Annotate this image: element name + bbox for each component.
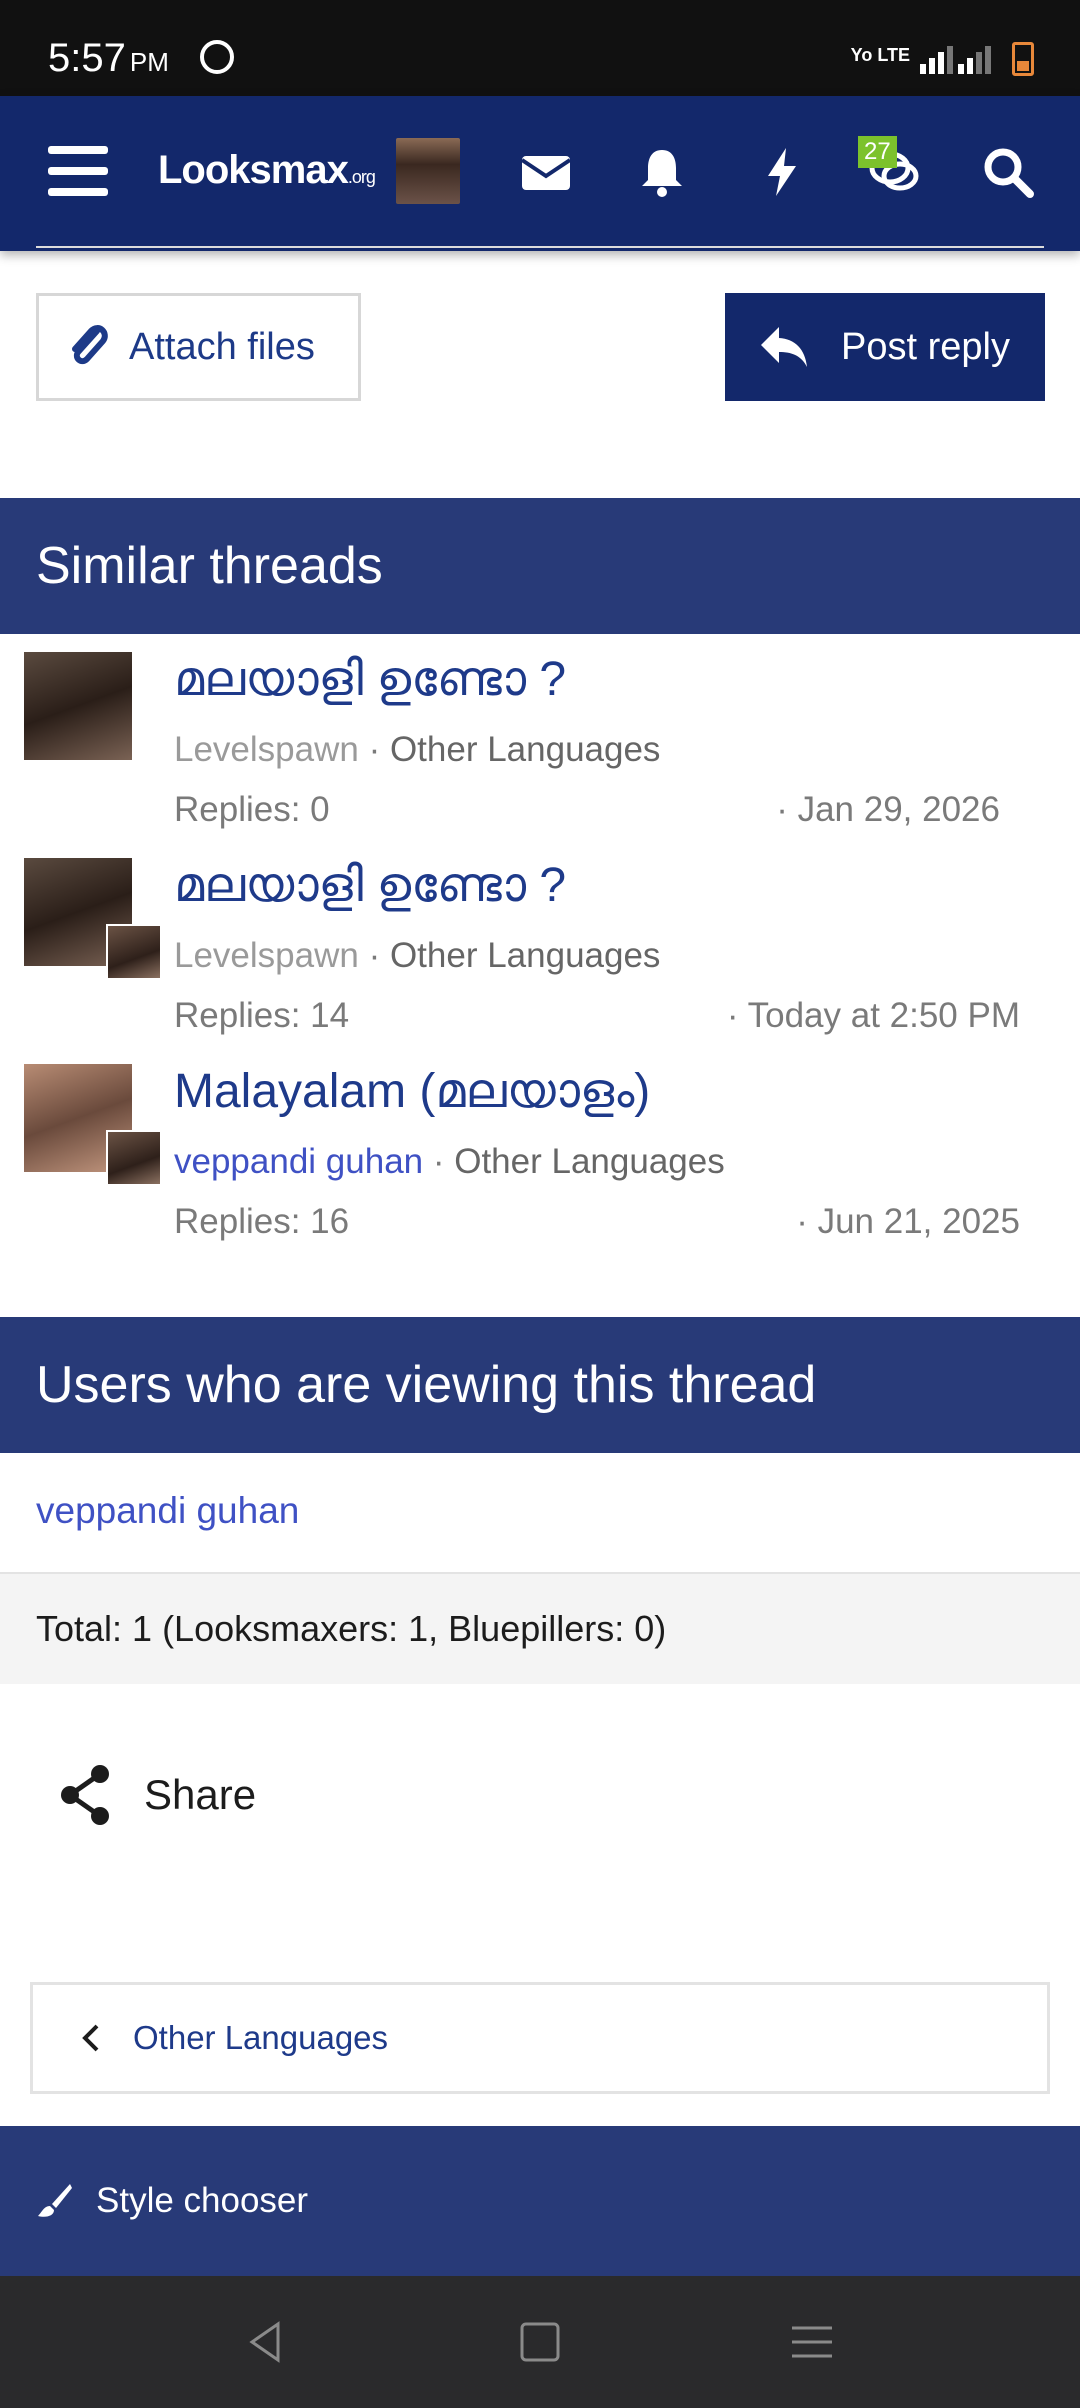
- chevron-left-icon: [82, 2024, 99, 2052]
- thread-author[interactable]: Levelspawn: [174, 730, 359, 769]
- thread-title[interactable]: മലയാളി ഉണ്ടോ ?: [174, 652, 566, 708]
- thread-meta: Levelspawn · Other Languages: [174, 730, 661, 769]
- viewing-users-heading: Users who are viewing this thread: [0, 1317, 1080, 1453]
- thread-avatar[interactable]: [24, 652, 132, 760]
- back-icon[interactable]: [244, 2320, 288, 2364]
- last-poster-avatar[interactable]: [106, 1130, 162, 1186]
- top-nav: Looksmax.org 27: [0, 96, 1080, 251]
- attach-files-label: Attach files: [129, 325, 315, 368]
- signal-icon: [920, 44, 953, 74]
- search-icon[interactable]: [980, 144, 1036, 200]
- reply-icon: [761, 327, 807, 367]
- viewer-total: Total: 1 (Looksmaxers: 1, Bluepillers: 0…: [36, 1608, 667, 1649]
- status-bar: 5:57 PM Yo LTE: [0, 0, 1080, 96]
- thread-item[interactable]: മലയാളി ഉണ്ടോ ? Levelspawn · Other Langua…: [0, 652, 1080, 842]
- paintbrush-icon: [38, 2184, 72, 2217]
- share-button[interactable]: Share: [58, 1764, 256, 1826]
- thread-item[interactable]: Malayalam (മലയാളം) veppandi guhan · Othe…: [0, 1064, 1080, 1254]
- thread-replies: Replies: 16: [174, 1202, 350, 1241]
- signal-icon: [958, 44, 991, 74]
- system-navigation-bar: [0, 2276, 1080, 2408]
- envelope-icon[interactable]: [518, 144, 574, 200]
- paperclip-icon: [72, 325, 108, 365]
- whatsapp-icon: [200, 40, 234, 74]
- battery-icon: [1012, 42, 1034, 76]
- thread-date: · Today at 2:50 PM: [726, 996, 1020, 1035]
- thread-meta: veppandi guhan · Other Languages: [174, 1142, 725, 1181]
- thread-meta: Levelspawn · Other Languages: [174, 936, 661, 975]
- thread-date: · Jun 21, 2025: [796, 1202, 1020, 1241]
- editor-bottom-border: [36, 246, 1044, 248]
- thread-replies: Replies: 14: [174, 996, 350, 1035]
- thread-forum[interactable]: Other Languages: [390, 730, 660, 769]
- similar-threads-heading: Similar threads: [0, 498, 1080, 634]
- recents-icon[interactable]: [790, 2320, 834, 2364]
- share-icon: [61, 1765, 109, 1825]
- post-reply-button[interactable]: Post reply: [725, 293, 1045, 401]
- share-label: Share: [144, 1771, 257, 1818]
- volte-indicator: Yo LTE: [850, 45, 910, 65]
- last-poster-avatar[interactable]: [106, 924, 162, 980]
- post-reply-label: Post reply: [841, 325, 1010, 368]
- viewer-user-link[interactable]: veppandi guhan: [36, 1490, 299, 1532]
- thread-item[interactable]: മലയാളി ഉണ്ടോ ? Levelspawn · Other Langua…: [0, 858, 1080, 1048]
- conversations-badge: 27: [858, 136, 897, 168]
- breadcrumb-label[interactable]: Other Languages: [133, 2019, 388, 2057]
- attach-files-button[interactable]: Attach files: [36, 293, 361, 401]
- bell-icon[interactable]: [634, 144, 690, 200]
- thread-title[interactable]: Malayalam (മലയാളം): [174, 1064, 650, 1120]
- viewer-total-row: Total: 1 (Looksmaxers: 1, Bluepillers: 0…: [0, 1572, 1080, 1684]
- clock: 5:57 PM: [48, 36, 169, 80]
- style-chooser-label: Style chooser: [96, 2181, 309, 2220]
- thread-forum[interactable]: Other Languages: [454, 1142, 724, 1181]
- lightning-icon[interactable]: [754, 144, 810, 200]
- thread-author[interactable]: Levelspawn: [174, 936, 359, 975]
- home-icon[interactable]: [518, 2320, 562, 2364]
- user-avatar[interactable]: [396, 138, 460, 204]
- menu-icon[interactable]: [48, 146, 108, 196]
- style-chooser-bar[interactable]: Style chooser: [0, 2126, 1080, 2276]
- thread-author[interactable]: veppandi guhan: [174, 1142, 423, 1181]
- thread-forum[interactable]: Other Languages: [390, 936, 660, 975]
- thread-title[interactable]: മലയാളി ഉണ്ടോ ?: [174, 858, 566, 914]
- thread-replies: Replies: 0: [174, 790, 330, 829]
- site-logo[interactable]: Looksmax.org: [158, 148, 376, 193]
- thread-date: · Jan 29, 2026: [776, 790, 1000, 829]
- breadcrumb[interactable]: Other Languages: [30, 1982, 1050, 2094]
